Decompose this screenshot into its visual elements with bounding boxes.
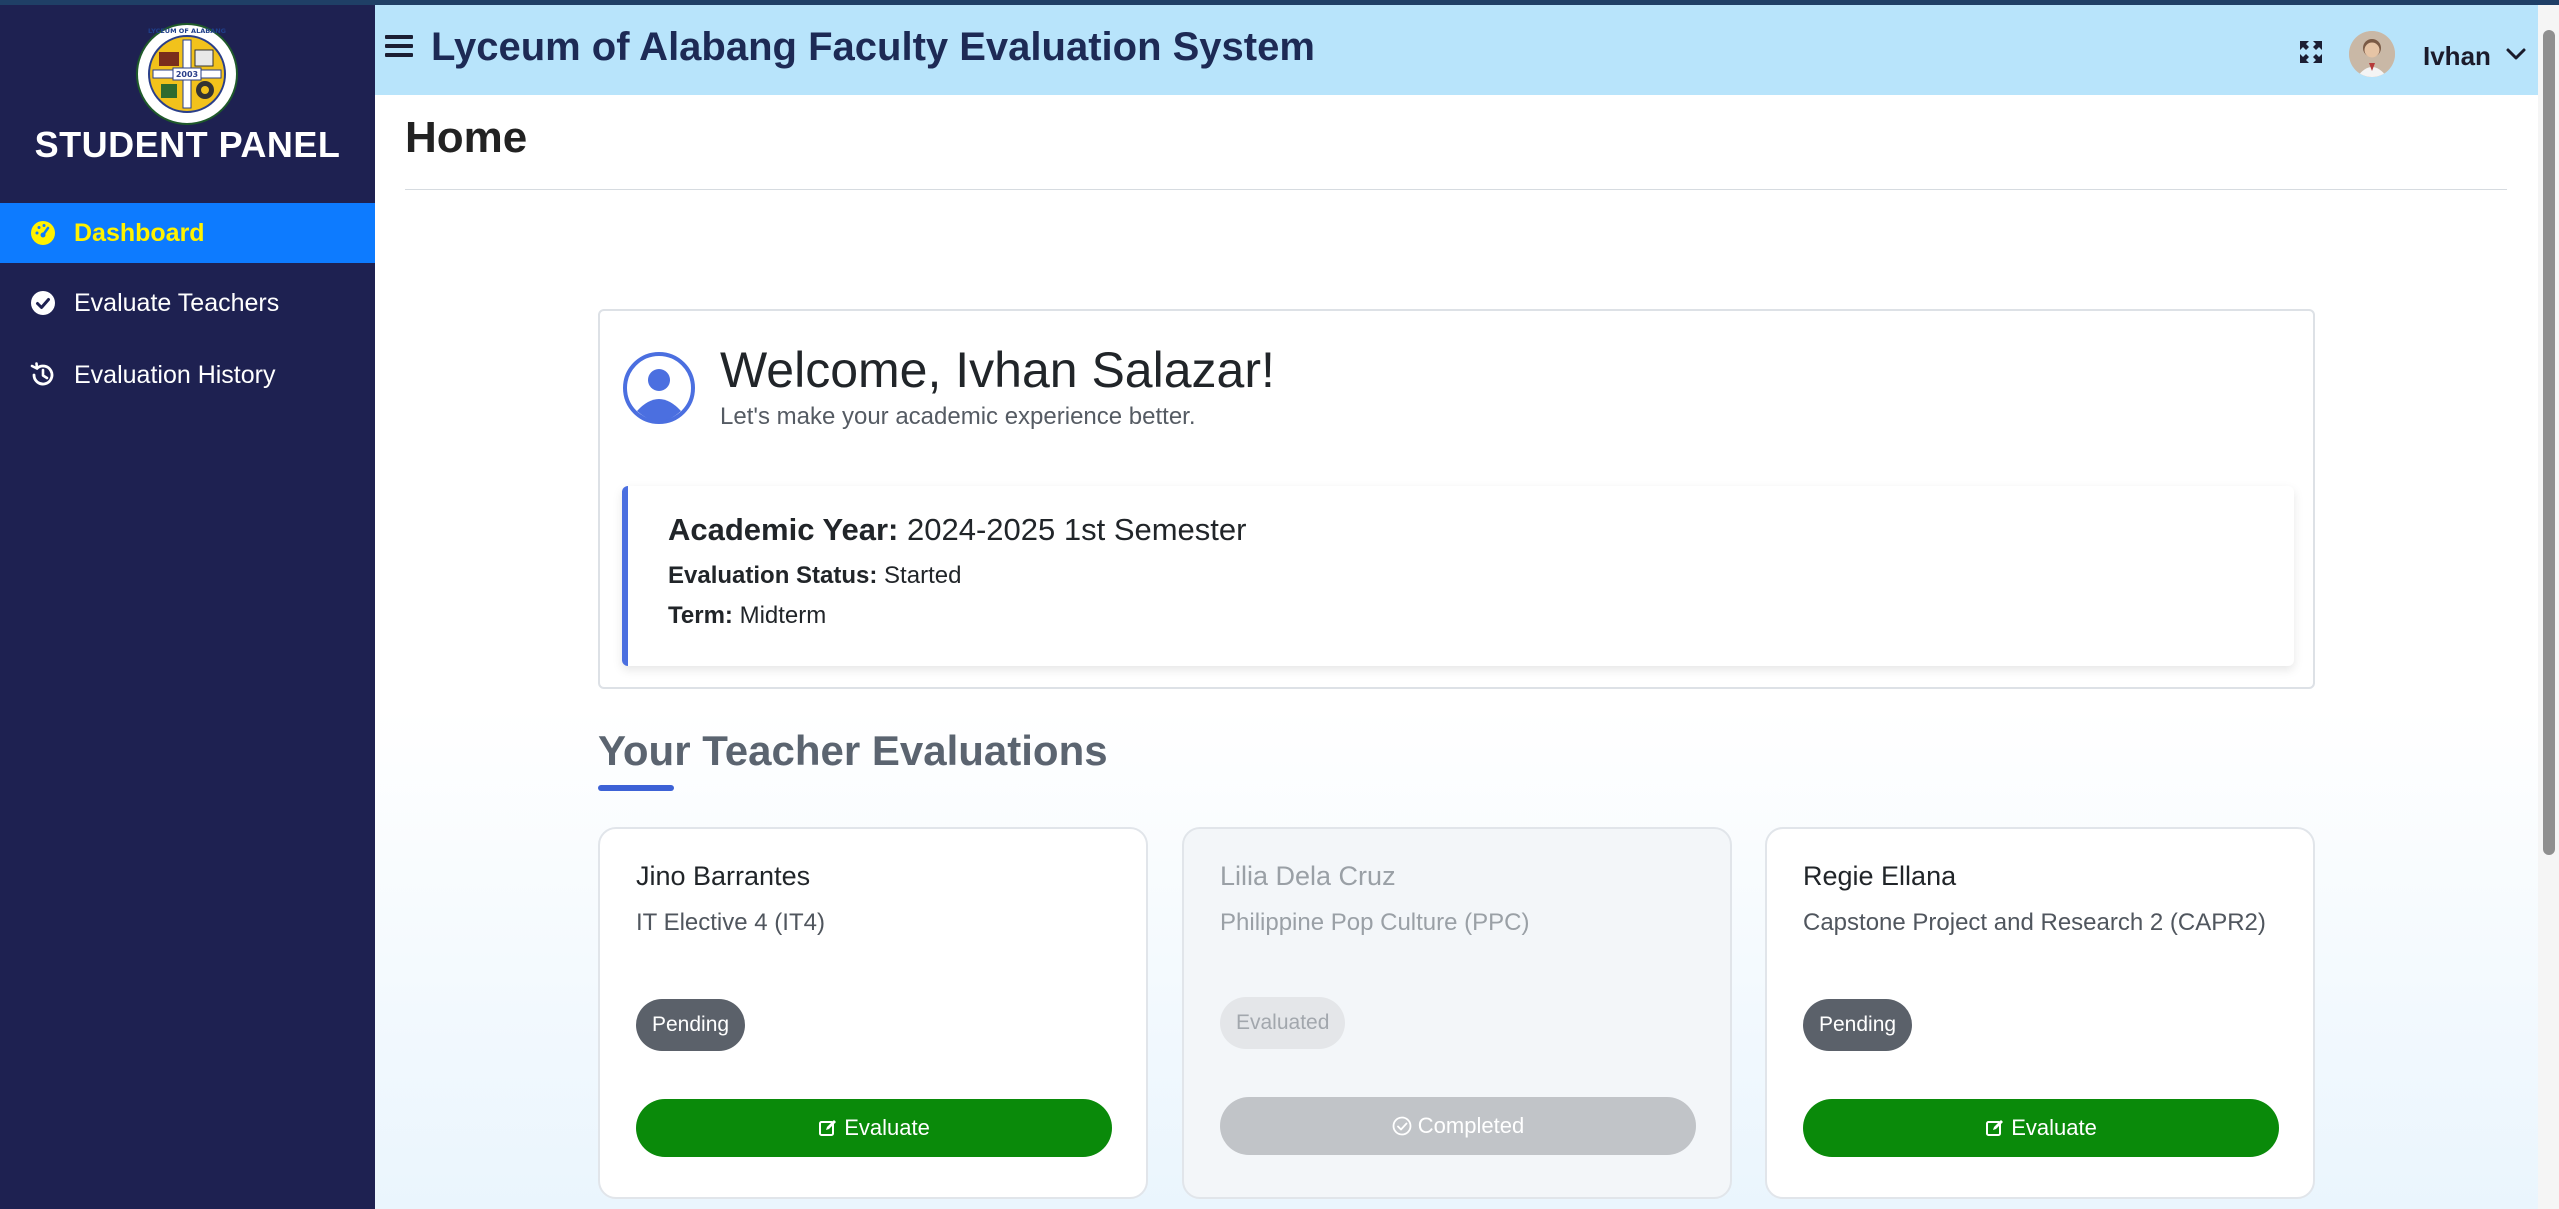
- sidebar-item-dashboard[interactable]: Dashboard: [0, 203, 375, 263]
- sidebar-item-evaluate-teachers[interactable]: Evaluate Teachers: [0, 273, 375, 333]
- evaluate-button[interactable]: Evaluate: [636, 1099, 1112, 1157]
- hamburger-menu-icon[interactable]: [385, 35, 413, 65]
- check-circle-icon: [1392, 1116, 1412, 1136]
- academic-year-label: Academic Year:: [668, 512, 899, 547]
- chevron-down-icon[interactable]: [2505, 45, 2527, 63]
- academic-info-box: Academic Year: 2024-2025 1st Semester Ev…: [622, 486, 2294, 666]
- scrollbar-thumb[interactable]: [2543, 30, 2555, 855]
- status-badge: Pending: [636, 999, 746, 1051]
- teacher-name: Jino Barrantes: [636, 861, 811, 891]
- evaluation-status-label: Evaluation Status:: [668, 562, 878, 589]
- evaluation-card: Lilia Dela Cruz Philippine Pop Culture (…: [1182, 827, 1732, 1199]
- page-title: Home: [405, 113, 528, 162]
- sidebar-item-label: Evaluate Teachers: [74, 288, 280, 317]
- evaluate-button-label: Evaluate: [844, 1115, 930, 1140]
- status-badge: Pending: [1803, 999, 1913, 1051]
- sidebar: 2003 LYCEUM OF ALABANG STUDENT PANEL Das…: [0, 0, 375, 1209]
- school-logo: 2003 LYCEUM OF ALABANG: [135, 22, 239, 126]
- history-icon: [28, 360, 58, 390]
- evaluation-status-value: Started: [884, 562, 962, 589]
- welcome-card: Welcome, Ivhan Salazar! Let's make your …: [598, 309, 2315, 689]
- evaluate-button-label: Evaluate: [2011, 1115, 2097, 1140]
- teacher-name: Lilia Dela Cruz: [1220, 861, 1396, 891]
- panel-title: STUDENT PANEL: [34, 124, 341, 165]
- academic-year-value: 2024-2025 1st Semester: [906, 512, 1247, 547]
- logo-text: LYCEUM OF ALABANG: [148, 27, 226, 35]
- check-circle-icon: [28, 288, 58, 318]
- subject-name: Philippine Pop Culture (PPC): [1220, 909, 1530, 936]
- term: Term: Midterm: [668, 602, 826, 630]
- edit-icon: [1985, 1118, 2005, 1138]
- sidebar-item-label: Evaluation History: [74, 360, 276, 389]
- user-name[interactable]: Ivhan: [2423, 41, 2491, 72]
- section-title: Your Teacher Evaluations: [598, 727, 1108, 774]
- user-circle-icon: [622, 351, 696, 425]
- top-accent-strip: [0, 0, 2559, 5]
- sidebar-item-evaluation-history[interactable]: Evaluation History: [0, 345, 375, 405]
- main-content: Home Welcome, Ivhan Salazar! Let's make …: [375, 95, 2538, 1209]
- app-title: Lyceum of Alabang Faculty Evaluation Sys…: [431, 25, 1315, 69]
- evaluation-status: Evaluation Status: Started: [668, 562, 961, 590]
- evaluation-card: Jino Barrantes IT Elective 4 (IT4) Pendi…: [598, 827, 1148, 1199]
- sidebar-item-label: Dashboard: [74, 218, 205, 247]
- status-badge: Evaluated: [1220, 997, 1346, 1049]
- divider: [405, 189, 2507, 190]
- sidebar-brand: 2003 LYCEUM OF ALABANG STUDENT PANEL: [0, 0, 375, 190]
- completed-button-label: Completed: [1417, 1113, 1525, 1138]
- welcome-subtitle: Let's make your academic experience bett…: [720, 403, 1196, 430]
- fullscreen-expand-icon[interactable]: [2297, 38, 2325, 66]
- evaluate-button[interactable]: Evaluate: [1803, 1099, 2279, 1157]
- edit-icon: [818, 1118, 838, 1138]
- subject-name: Capstone Project and Research 2 (CAPR2): [1803, 909, 2266, 936]
- user-avatar[interactable]: [2349, 31, 2395, 77]
- term-value: Midterm: [739, 602, 827, 629]
- term-label: Term:: [668, 602, 733, 629]
- subject-name: IT Elective 4 (IT4): [636, 909, 825, 936]
- academic-year: Academic Year: 2024-2025 1st Semester: [668, 512, 1246, 548]
- top-header: Lyceum of Alabang Faculty Evaluation Sys…: [375, 5, 2538, 95]
- dashboard-gauge-icon: [28, 218, 58, 248]
- teacher-name: Regie Ellana: [1803, 861, 1957, 891]
- evaluation-card: Regie Ellana Capstone Project and Resear…: [1765, 827, 2315, 1199]
- section-underline: [598, 785, 674, 791]
- welcome-heading: Welcome, Ivhan Salazar!: [720, 342, 1275, 398]
- completed-button: Completed: [1220, 1097, 1696, 1155]
- logo-year: 2003: [176, 70, 198, 79]
